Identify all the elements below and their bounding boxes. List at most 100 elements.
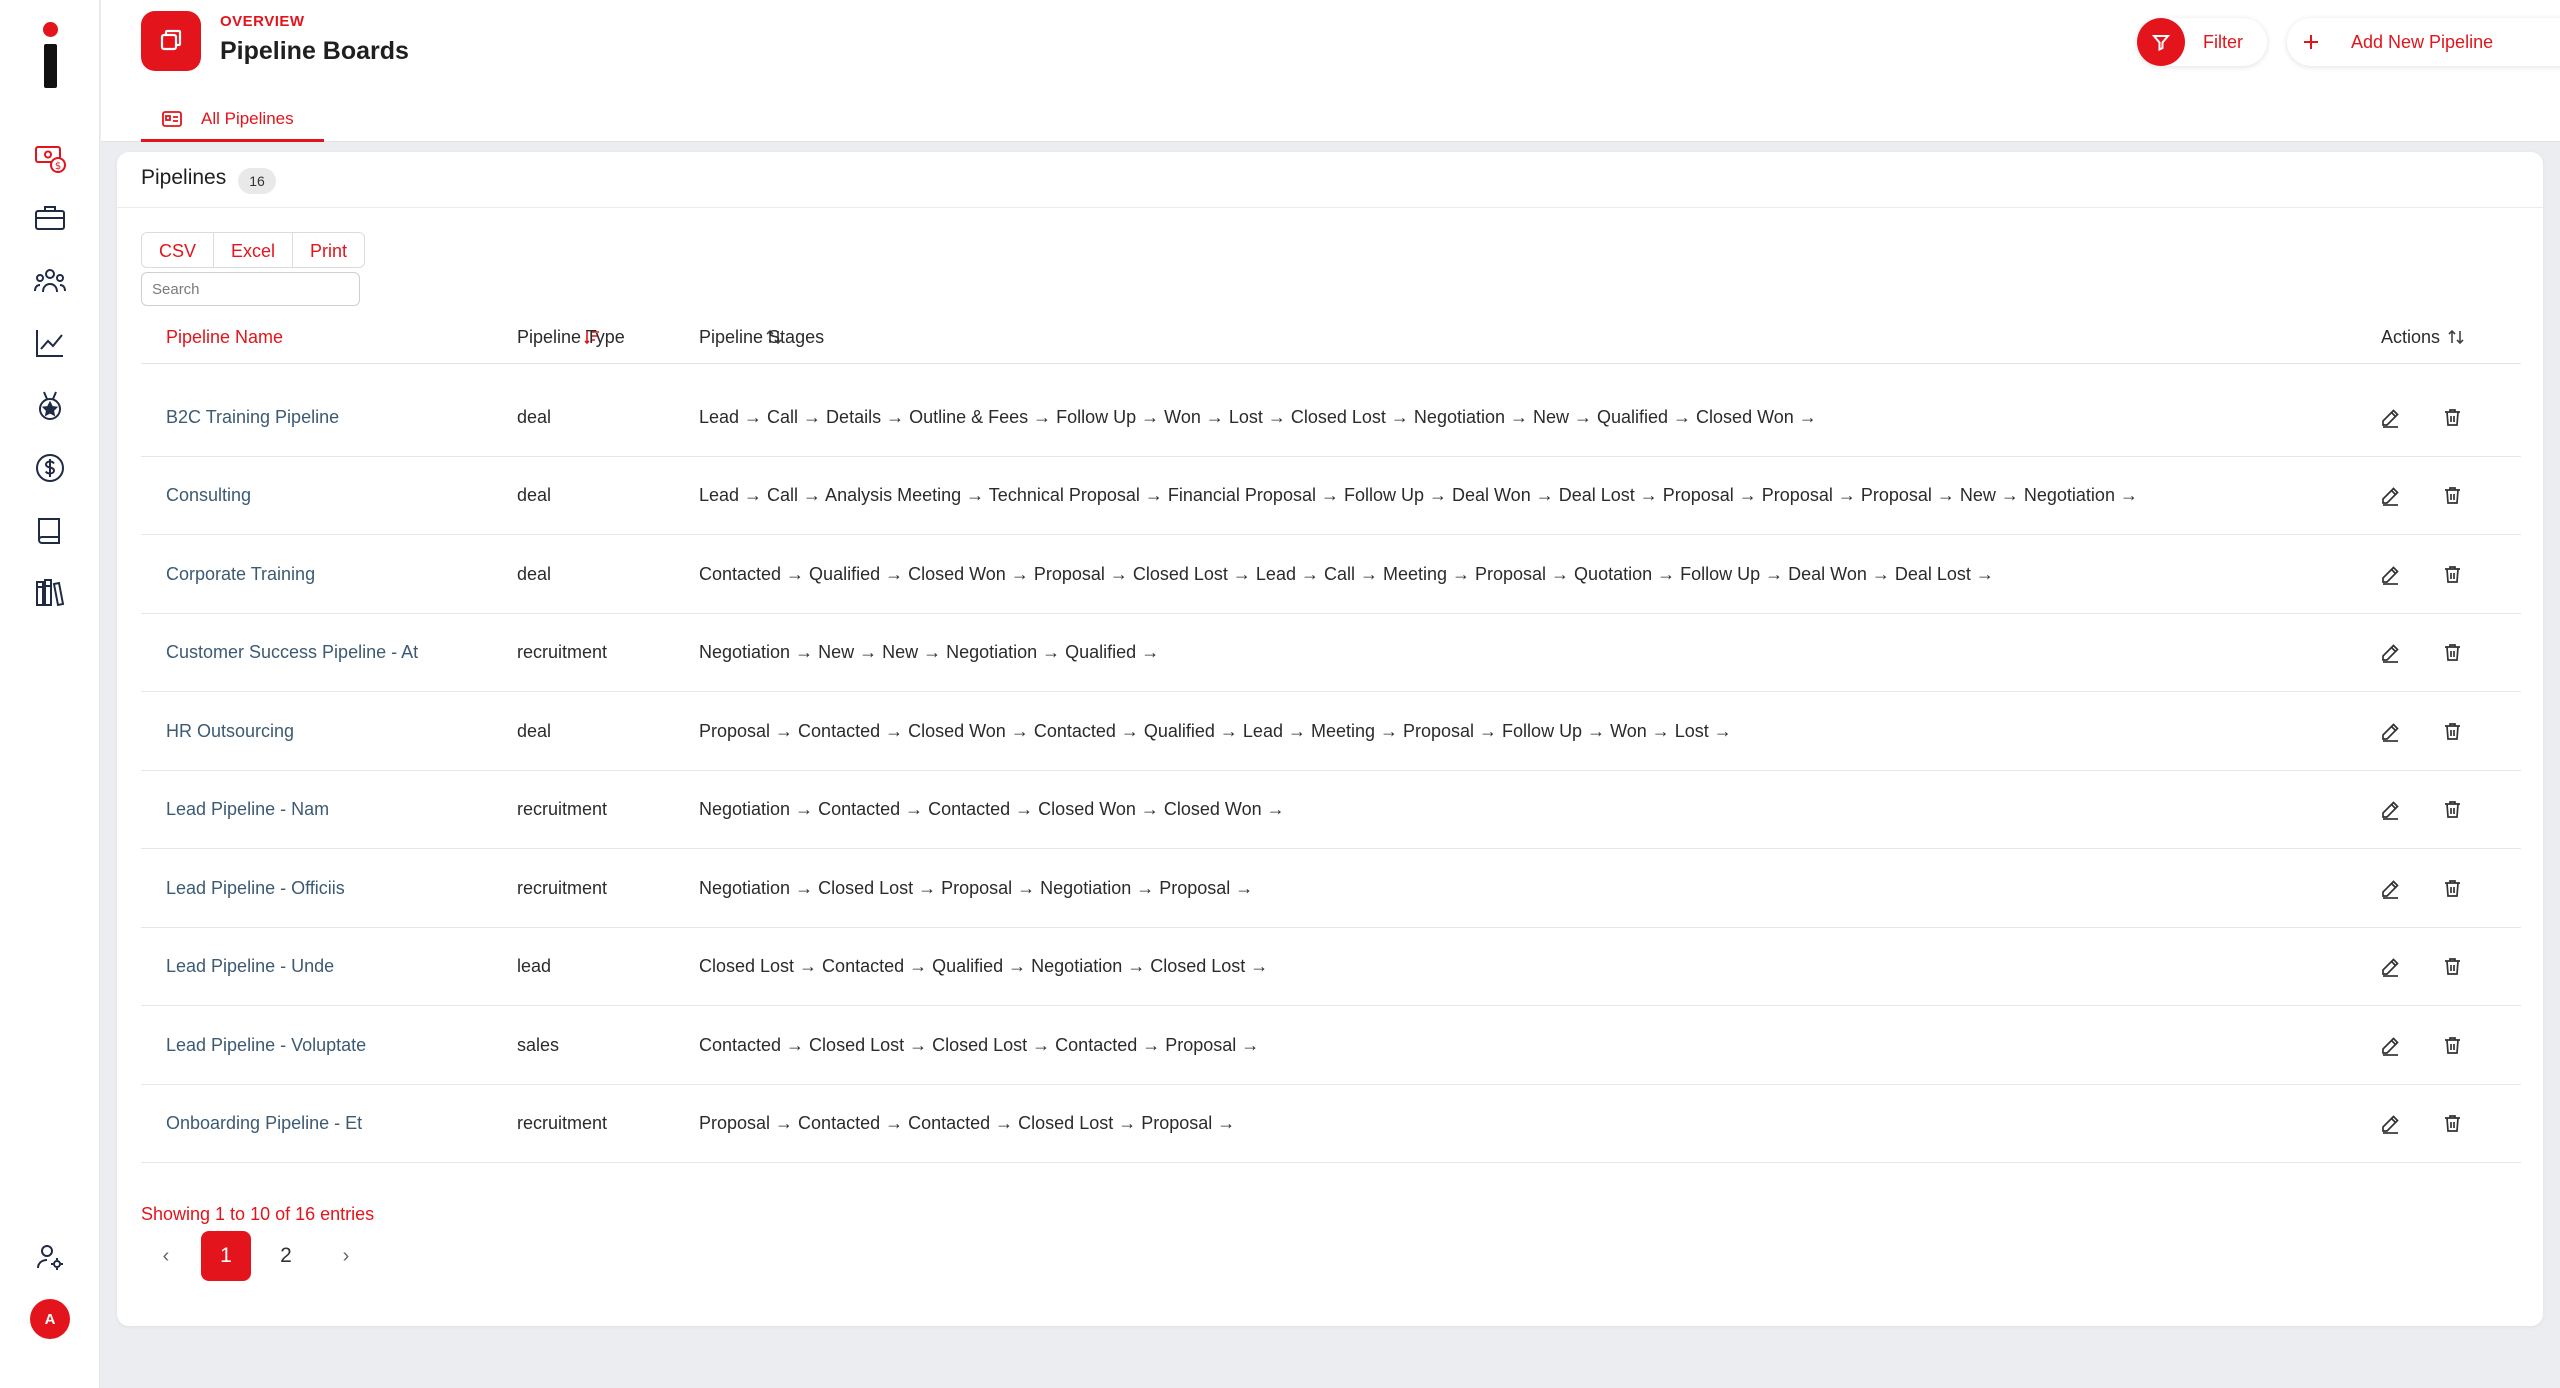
list-card-icon — [162, 110, 182, 127]
trash-icon[interactable] — [2437, 481, 2467, 511]
sidebar-item-money[interactable]: $ — [30, 138, 70, 178]
pipeline-name-link[interactable]: B2C Training Pipeline — [166, 378, 339, 456]
column-header-name[interactable]: Pipeline Name — [166, 310, 283, 364]
pipeline-stages: Contacted → Closed Lost → Closed Lost → … — [699, 1034, 1260, 1055]
page-button-1[interactable]: 1 — [201, 1231, 251, 1281]
add-pipeline-button[interactable]: Add New Pipeline — [2287, 18, 2560, 66]
svg-text:$: $ — [55, 161, 61, 172]
pipeline-name-link[interactable]: Customer Success Pipeline - At — [166, 614, 418, 692]
column-header-actions: Actions — [2381, 326, 2441, 347]
edit-icon[interactable] — [2375, 1109, 2405, 1139]
filter-button[interactable]: Filter — [2137, 18, 2267, 66]
pipeline-stages: Closed Lost → Contacted → Qualified → Ne… — [699, 956, 1269, 976]
table-row: Lead Pipeline - Nam recruitment Negotiatio… — [141, 771, 2521, 849]
pipeline-name-link[interactable]: Lead Pipeline - Unde — [166, 928, 334, 1006]
pipeline-type: recruitment — [517, 877, 608, 898]
trash-icon[interactable] — [2437, 873, 2467, 903]
table-row: B2C Training Pipeline deal Lead → Call → D… — [141, 378, 2521, 457]
trash-icon[interactable] — [2437, 716, 2467, 746]
edit-icon[interactable] — [2375, 481, 2405, 511]
sidebar-item-users[interactable] — [30, 261, 70, 301]
page-title: Pipeline Boards — [220, 37, 409, 65]
logo-stem — [44, 44, 57, 88]
pagination: ‹ 1 2 › — [141, 1230, 381, 1282]
pipeline-name-link[interactable]: Consulting — [166, 457, 251, 535]
users-icon — [34, 269, 66, 293]
add-pipeline-label: Add New Pipeline — [2351, 31, 2494, 52]
pipeline-stages: Lead → Call → Analysis Meeting → Technic… — [699, 485, 2138, 505]
csv-button[interactable]: CSV — [142, 233, 215, 267]
trash-icon[interactable] — [2437, 1030, 2467, 1060]
table-row: Customer Success Pipeline - At recruitmen… — [141, 614, 2521, 692]
pipeline-stages: Negotiation → Closed Lost → Proposal → N… — [699, 877, 1254, 898]
tab-label: All Pipelines — [201, 108, 294, 128]
money-icon: $ — [35, 146, 66, 173]
pipeline-name-link[interactable]: Lead Pipeline - Officiis — [166, 849, 345, 927]
entries-info: Showing 1 to 10 of 16 entries — [141, 1204, 375, 1224]
table-body: B2C Training Pipeline deal Lead → Call → D… — [141, 378, 2521, 1163]
pipeline-name-link[interactable]: Onboarding Pipeline - Et — [166, 1085, 362, 1163]
trash-icon[interactable] — [2437, 795, 2467, 825]
edit-icon[interactable] — [2375, 795, 2405, 825]
brand-logo[interactable] — [40, 22, 62, 88]
pipeline-stages: Proposal → Contacted → Contacted → Close… — [699, 1113, 1236, 1133]
book-icon — [38, 518, 60, 544]
table-row: Lead Pipeline - Voluptate sales Contacted … — [141, 1006, 2521, 1085]
edit-icon[interactable] — [2375, 873, 2405, 903]
excel-button[interactable]: Excel — [214, 233, 294, 267]
column-header-type[interactable]: Pipeline Type — [517, 310, 625, 364]
pipeline-stages: Proposal → Contacted → Closed Won → Cont… — [699, 720, 1732, 741]
pipeline-type: sales — [517, 1034, 560, 1055]
pipeline-stages: Negotiation → New → New → Negotiation → … — [699, 642, 1160, 662]
table-row: Consulting deal Lead → Call → Analysis Mee… — [141, 457, 2521, 535]
sidebar-item-finance[interactable] — [30, 448, 70, 488]
pipeline-type: deal — [517, 563, 552, 584]
pipeline-type: recruitment — [517, 642, 608, 662]
table-row: HR Outsourcing deal Proposal → Contacted →… — [141, 692, 2521, 771]
table-row: Onboarding Pipeline - Et recruitment Propo… — [141, 1085, 2521, 1163]
prev-page-button[interactable]: ‹ — [141, 1231, 191, 1281]
pipeline-name-link[interactable]: Lead Pipeline - Voluptate — [166, 1006, 366, 1084]
edit-icon[interactable] — [2375, 559, 2405, 589]
card-title: Pipelines — [141, 166, 227, 189]
pipeline-name-link[interactable]: HR Outsourcing — [166, 692, 294, 770]
tab-all-pipelines[interactable]: All Pipelines — [141, 98, 324, 142]
next-page-button[interactable]: › — [321, 1231, 371, 1281]
trash-icon[interactable] — [2437, 559, 2467, 589]
sort-stages-icon[interactable] — [2447, 310, 2465, 364]
pipeline-type: recruitment — [517, 799, 608, 819]
edit-icon[interactable] — [2375, 952, 2405, 982]
edit-icon[interactable] — [2375, 402, 2405, 432]
pipeline-name-link[interactable]: Corporate Training — [166, 535, 315, 613]
pipeline-stages: Lead → Call → Details → Outline & Fees →… — [699, 406, 1817, 427]
pipeline-stages: Negotiation → Contacted → Contacted → Cl… — [699, 799, 1285, 819]
trash-icon[interactable] — [2437, 1109, 2467, 1139]
filter-icon — [2137, 18, 2185, 66]
edit-icon[interactable] — [2375, 638, 2405, 668]
print-button[interactable]: Print — [293, 233, 364, 267]
search-input[interactable] — [141, 272, 360, 306]
count-badge: 16 — [238, 168, 276, 194]
sidebar-item-reports[interactable] — [30, 323, 70, 363]
sidebar-item-awards[interactable] — [30, 386, 70, 426]
page-header: OVERVIEW Pipeline Boards Filter Add New … — [101, 0, 2560, 142]
sidebar: $ A — [0, 0, 100, 1388]
card-header: Pipelines 16 — [117, 152, 2543, 208]
pipeline-type: deal — [517, 406, 552, 427]
pipeline-name-link[interactable]: Lead Pipeline - Nam — [166, 771, 329, 849]
edit-icon[interactable] — [2375, 1030, 2405, 1060]
export-buttons: CSV Excel Print — [141, 232, 366, 268]
avatar[interactable]: A — [30, 1299, 70, 1339]
sidebar-item-docs[interactable] — [30, 511, 70, 551]
pipeline-stages: Contacted → Qualified → Closed Won → Pro… — [699, 563, 1994, 584]
column-header-stages[interactable]: Pipeline Stages — [699, 310, 824, 364]
sidebar-item-user-settings[interactable] — [30, 1237, 70, 1277]
trash-icon[interactable] — [2437, 638, 2467, 668]
trash-icon[interactable] — [2437, 952, 2467, 982]
edit-icon[interactable] — [2375, 716, 2405, 746]
page-button-2[interactable]: 2 — [261, 1231, 311, 1281]
trash-icon[interactable] — [2437, 402, 2467, 432]
sidebar-item-briefcase[interactable] — [30, 198, 70, 238]
sidebar-item-library[interactable] — [30, 573, 70, 613]
filter-label: Filter — [2203, 31, 2243, 52]
